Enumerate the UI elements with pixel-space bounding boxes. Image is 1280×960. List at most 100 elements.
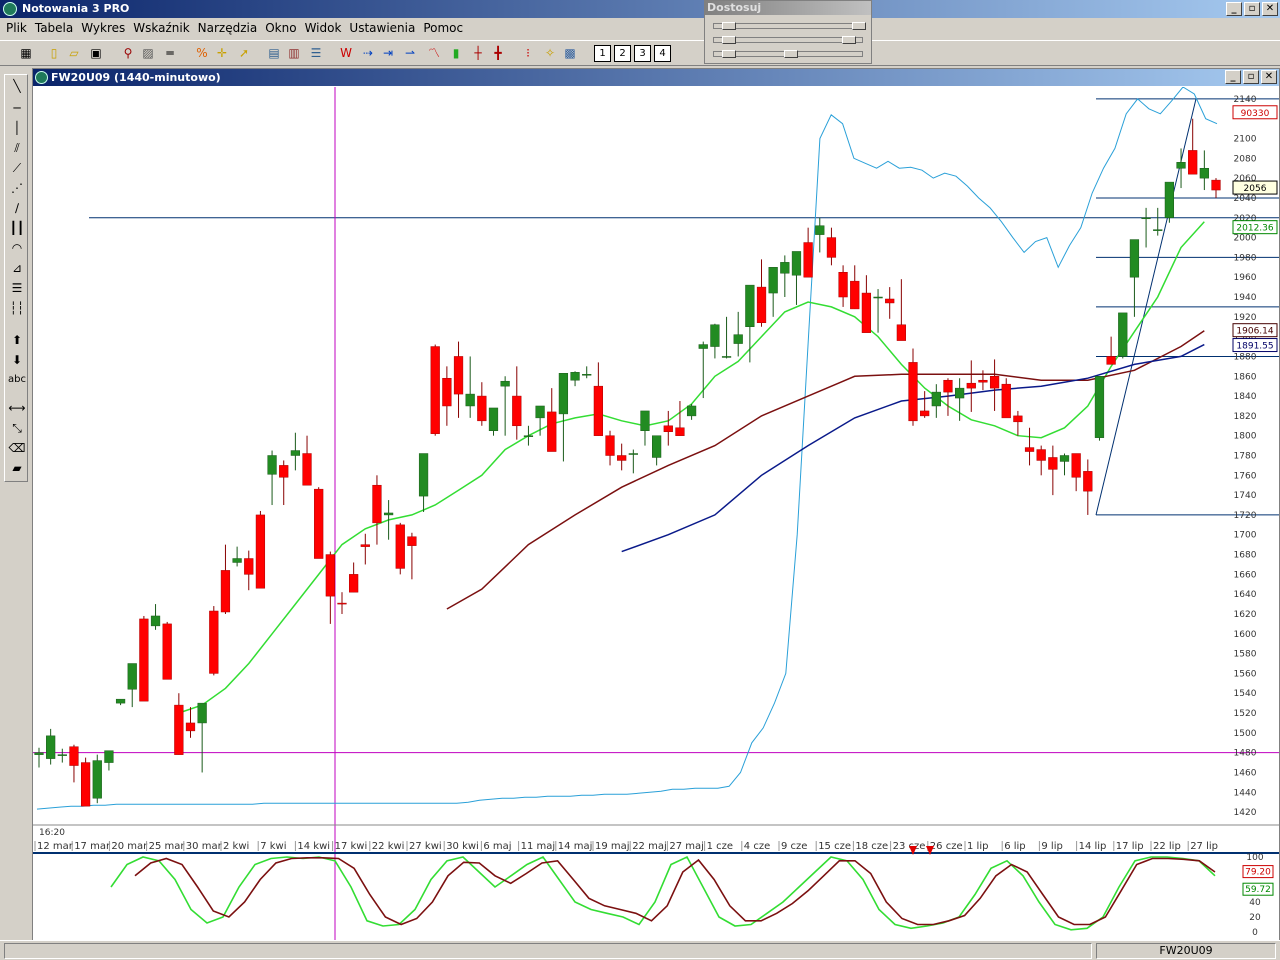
chart-maximize-button[interactable]: ▫ [1243,70,1259,84]
save-icon[interactable]: ▣ [88,45,104,61]
menu-tabela[interactable]: Tabela [31,21,77,35]
trend-line-icon[interactable]: ⟋ [7,159,27,177]
tab-4-button[interactable]: 4 [654,45,671,62]
channel-icon[interactable]: ⫽ [7,139,27,157]
cycle-lines-icon[interactable]: ┃┃ [7,219,27,237]
crosshair-icon[interactable]: ✛ [214,45,230,61]
candle-body [966,382,976,389]
candle-body [80,762,91,807]
menu-wykres[interactable]: Wykres [77,21,129,35]
ruler-icon[interactable]: ═ [162,45,178,61]
resize-horizontal-icon[interactable]: ⟷ [7,399,27,417]
candle-body [943,379,953,393]
chart-window-title: FW20U09 (1440-minutowo) [51,71,221,84]
menu-narzedzia[interactable]: Narzędzia [194,21,262,35]
x-tick-label: 14 lip [1079,841,1107,852]
arrow-up-icon[interactable]: ⬆ [7,331,27,349]
image-icon[interactable]: ▩ [562,45,578,61]
y-tick-label: 1920 [1234,313,1257,323]
candle-body [115,698,126,704]
grid-icon[interactable]: ▦ [18,45,34,61]
zoom-icon[interactable]: ⚲ [120,45,136,61]
tab-3-button[interactable]: 3 [634,45,651,62]
drawing-toolbar: ╲ ─ │ ⫽ ⟋ ⋰ ∕ ┃┃ ◠ ⊿ ☰ ┆┆ ⬆ ⬇ abc ⟷ ⤡ ⌫ … [4,74,28,482]
horizontal-line-icon[interactable]: ─ [7,99,27,117]
close-button[interactable]: ✕ [1262,2,1278,16]
price-chart[interactable]: 1420 1440 1460 1480 1500 1520 1540 1560 1580 1600… [33,87,1279,942]
adjust-slider-3[interactable] [713,50,863,58]
candle-body [255,514,266,589]
slider-2-knob[interactable] [722,36,736,44]
fan-icon[interactable]: ⋰ [7,179,27,197]
alert-icon[interactable]: ✧ [542,45,558,61]
menu-plik[interactable]: Plik [2,21,31,35]
line-chart-icon[interactable]: 〽 [426,45,442,61]
tab-1-button[interactable]: 1 [594,45,611,62]
candle-icon[interactable]: ╋ [490,45,506,61]
y-tick-label: 1720 [1234,511,1257,521]
slider-1-end[interactable] [852,22,866,30]
menu-widok[interactable]: Widok [301,21,346,35]
time-zones-icon[interactable]: ┆┆ [7,299,27,317]
list-view-icon[interactable]: ☰ [308,45,324,61]
maximize-button[interactable]: ▫ [1244,2,1260,16]
percent-icon[interactable]: % [194,45,210,61]
menu-wskaznik[interactable]: Wskaźnik [129,21,193,35]
x-tick-label: 12 mar [37,841,74,852]
arrow-forward-icon[interactable]: ⇥ [380,45,396,61]
candle-body [314,488,324,559]
x-tick-label: 9 cze [781,841,807,852]
slider-3-mid[interactable] [784,50,798,58]
y-tick-label: 1620 [1234,610,1257,620]
slider-1-knob[interactable] [722,22,736,30]
minimize-button[interactable]: _ [1226,2,1242,16]
menu-pomoc[interactable]: Pomoc [419,21,467,35]
cursor-arrow-icon[interactable]: ➚ [236,45,252,61]
candle-body [1024,447,1035,452]
candle-body [453,356,464,395]
chart-minimize-button[interactable]: _ [1225,70,1241,84]
zoom-fit-icon[interactable]: ▨ [140,45,156,61]
adjust-slider-1[interactable] [713,22,866,30]
signal-icon[interactable]: ⁝ [520,45,536,61]
candle-body [955,387,965,399]
x-tick-label: 22 lip [1153,841,1181,852]
resize-diagonal-icon[interactable]: ⤡ [7,419,27,437]
y-tick-label: 1820 [1234,412,1257,422]
arrow-right-icon[interactable]: ⇢ [360,45,376,61]
y-tick-label: 1660 [1234,570,1257,580]
diagonal-line-icon[interactable]: ╲ [7,77,27,95]
arrow-down-icon[interactable]: ⬇ [7,351,27,369]
ohlc-icon[interactable]: ┼ [470,45,486,61]
tab-2-button[interactable]: 2 [614,45,631,62]
arrow-step-icon[interactable]: ⇀ [402,45,418,61]
candle-body [1083,471,1093,492]
w-line-icon[interactable]: W [338,45,354,61]
adjust-slider-2[interactable] [713,36,863,44]
erase-all-icon[interactable]: ▰ [7,459,27,477]
menu-okno[interactable]: Okno [261,21,300,35]
new-file-icon[interactable]: ▯ [46,45,62,61]
gann-fan-icon[interactable]: ⊿ [7,259,27,277]
chart-window-icon[interactable]: ▥ [286,45,302,61]
menu-ustawienia[interactable]: Ustawienia [345,21,419,35]
candle-body [582,374,592,376]
bar-chart-icon[interactable]: ▮ [448,45,464,61]
arc-icon[interactable]: ◠ [7,239,27,257]
slider-3-knob[interactable] [722,50,736,58]
x-tick-label: 19 maj [595,841,630,852]
candle-body [34,752,44,755]
vertical-line-icon[interactable]: │ [7,119,27,137]
open-folder-icon[interactable]: ▱ [66,45,82,61]
candle-body [873,296,883,299]
fibonacci-icon[interactable]: ☰ [7,279,27,297]
eraser-icon[interactable]: ⌫ [7,439,27,457]
candle-body [605,435,615,456]
table-view-icon[interactable]: ▤ [266,45,282,61]
chart-close-button[interactable]: ✕ [1261,70,1277,84]
candle-body [360,544,370,547]
text-tool-icon[interactable]: abc [7,371,27,389]
slider-2-end[interactable] [842,36,856,44]
x-tick-label: 27 maj [669,841,704,852]
ray-icon[interactable]: ∕ [7,199,27,217]
